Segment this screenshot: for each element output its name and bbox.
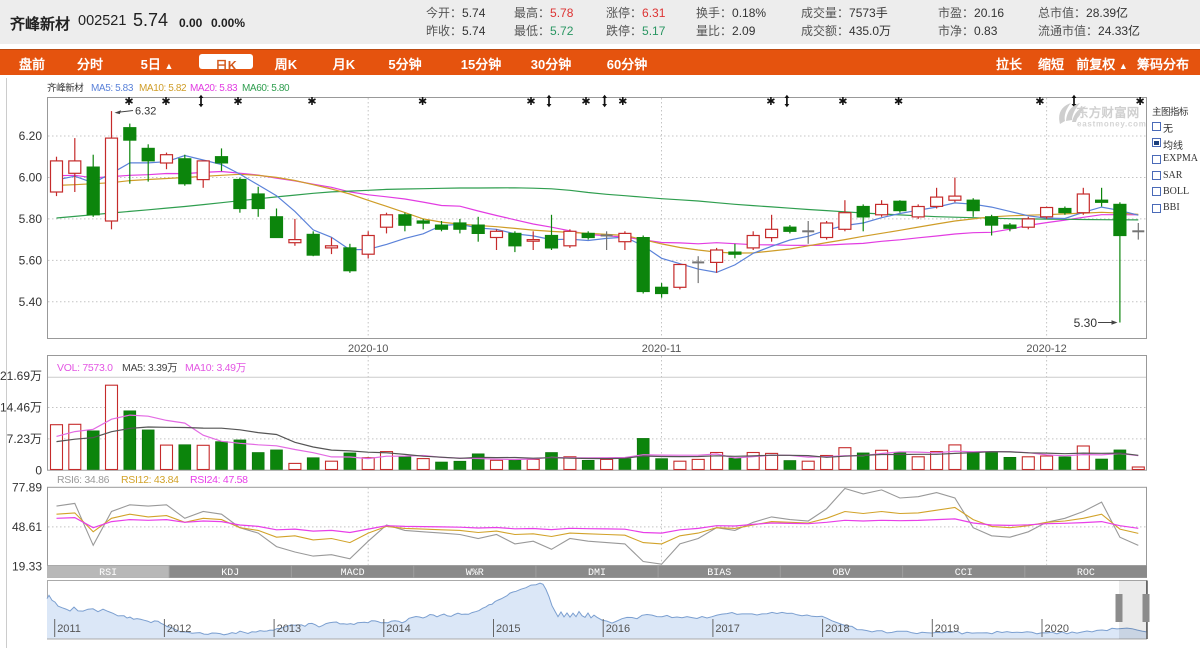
svg-text:14.46万: 14.46万 <box>0 401 42 415</box>
svg-text:2019: 2019 <box>935 623 959 635</box>
svg-text:OBV: OBV <box>832 568 850 579</box>
svg-text:2018: 2018 <box>825 623 849 635</box>
svg-text:2017: 2017 <box>715 623 739 635</box>
svg-text:2020-11: 2020-11 <box>642 343 682 355</box>
svg-text:2016: 2016 <box>606 623 630 635</box>
svg-text:2014: 2014 <box>386 623 410 635</box>
svg-text:MA20: 5.83: MA20: 5.83 <box>190 83 238 94</box>
svg-text:6.32: 6.32 <box>135 106 156 118</box>
svg-text:5.60: 5.60 <box>19 253 43 267</box>
svg-text:5.40: 5.40 <box>19 295 43 309</box>
svg-text:MA5: 5.83: MA5: 5.83 <box>91 83 134 94</box>
svg-text:ROC: ROC <box>1077 568 1095 579</box>
svg-text:MA5: 3.39万: MA5: 3.39万 <box>122 362 177 374</box>
svg-text:东方财富网: 东方财富网 <box>1076 105 1140 120</box>
svg-text:RSI24: 47.58: RSI24: 47.58 <box>190 474 248 486</box>
svg-text:KDJ: KDJ <box>221 568 239 579</box>
svg-text:6.20: 6.20 <box>19 129 43 143</box>
svg-text:RSI6: 34.86: RSI6: 34.86 <box>57 474 110 486</box>
svg-text:eastmoney.com: eastmoney.com <box>1077 120 1147 129</box>
svg-text:MACD: MACD <box>341 568 365 579</box>
svg-text:齐峰新材: 齐峰新材 <box>47 82 84 94</box>
svg-text:2011: 2011 <box>57 623 81 635</box>
svg-text:2013: 2013 <box>277 623 301 635</box>
svg-text:W%R: W%R <box>466 568 484 579</box>
svg-text:CCI: CCI <box>955 568 973 579</box>
svg-text:2020-12: 2020-12 <box>1026 343 1066 355</box>
svg-text:77.89: 77.89 <box>12 480 42 494</box>
svg-text:6.00: 6.00 <box>19 171 43 185</box>
svg-text:2020: 2020 <box>1045 623 1069 635</box>
svg-text:RSI: RSI <box>99 568 117 579</box>
svg-text:0: 0 <box>35 463 42 477</box>
svg-text:2012: 2012 <box>167 623 191 635</box>
svg-text:DMI: DMI <box>588 568 606 579</box>
svg-text:5.80: 5.80 <box>19 212 43 226</box>
svg-text:48.61: 48.61 <box>12 520 42 534</box>
svg-text:BIAS: BIAS <box>707 568 731 579</box>
svg-text:MA60: 5.80: MA60: 5.80 <box>242 83 290 94</box>
svg-text:2020-10: 2020-10 <box>348 343 388 355</box>
svg-text:5.30: 5.30 <box>1074 316 1098 330</box>
svg-text:RSI12: 43.84: RSI12: 43.84 <box>121 474 179 486</box>
svg-text:7.23万: 7.23万 <box>7 432 42 446</box>
svg-text:19.33: 19.33 <box>12 560 42 574</box>
svg-text:VOL: 7573.0: VOL: 7573.0 <box>57 362 113 374</box>
svg-text:MA10: 3.49万: MA10: 3.49万 <box>185 362 246 374</box>
svg-text:2015: 2015 <box>496 623 520 635</box>
svg-text:MA10: 5.82: MA10: 5.82 <box>139 83 187 94</box>
svg-text:21.69万: 21.69万 <box>0 369 42 383</box>
